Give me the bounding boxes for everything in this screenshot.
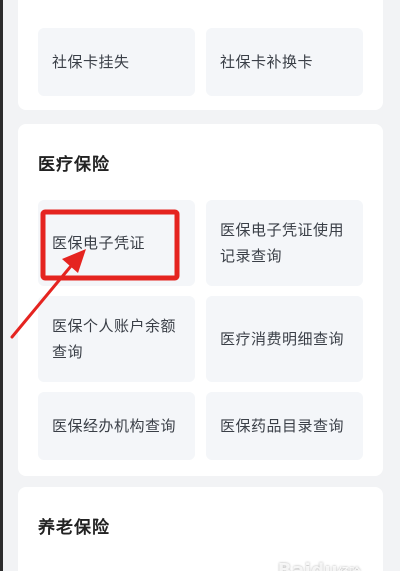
pension-insurance-card: 养老保险 Baidu经验 — [18, 487, 383, 571]
report-card-loss-tile[interactable]: 社保卡挂失 — [38, 28, 195, 96]
tile-label: 医保个人账户余额查询 — [52, 317, 177, 361]
social-security-card: 社保卡挂失 社保卡补换卡 — [18, 0, 383, 110]
medical-e-voucher-tile[interactable]: 医保电子凭证 — [38, 200, 195, 286]
tile-label: 社保卡补换卡 — [220, 53, 314, 71]
medical-insurance-card: 医疗保险 医保电子凭证 医保电子凭证使用记录查询 医保个人账户余额查询 医疗消费… — [18, 124, 383, 476]
card-replacement-tile[interactable]: 社保卡补换卡 — [206, 28, 363, 96]
tile-label: 医保电子凭证 — [52, 234, 146, 252]
baidu-watermark: Baidu经验 — [277, 560, 361, 571]
pension-section-title: 养老保险 — [38, 518, 110, 538]
personal-account-balance-tile[interactable]: 医保个人账户余额查询 — [38, 296, 195, 382]
e-voucher-usage-record-tile[interactable]: 医保电子凭证使用记录查询 — [206, 200, 363, 286]
tile-label: 医保经办机构查询 — [52, 417, 177, 435]
drug-catalog-lookup-tile[interactable]: 医保药品目录查询 — [206, 392, 363, 460]
tile-label: 医保药品目录查询 — [220, 417, 345, 435]
left-edge-shadow — [0, 0, 3, 571]
agency-lookup-tile[interactable]: 医保经办机构查询 — [38, 392, 195, 460]
tile-label: 社保卡挂失 — [52, 53, 130, 71]
tile-label: 医疗消费明细查询 — [220, 330, 345, 348]
medical-section-title: 医疗保险 — [38, 155, 110, 175]
medical-consumption-detail-tile[interactable]: 医疗消费明细查询 — [206, 296, 363, 382]
tile-label: 医保电子凭证使用记录查询 — [220, 221, 345, 265]
